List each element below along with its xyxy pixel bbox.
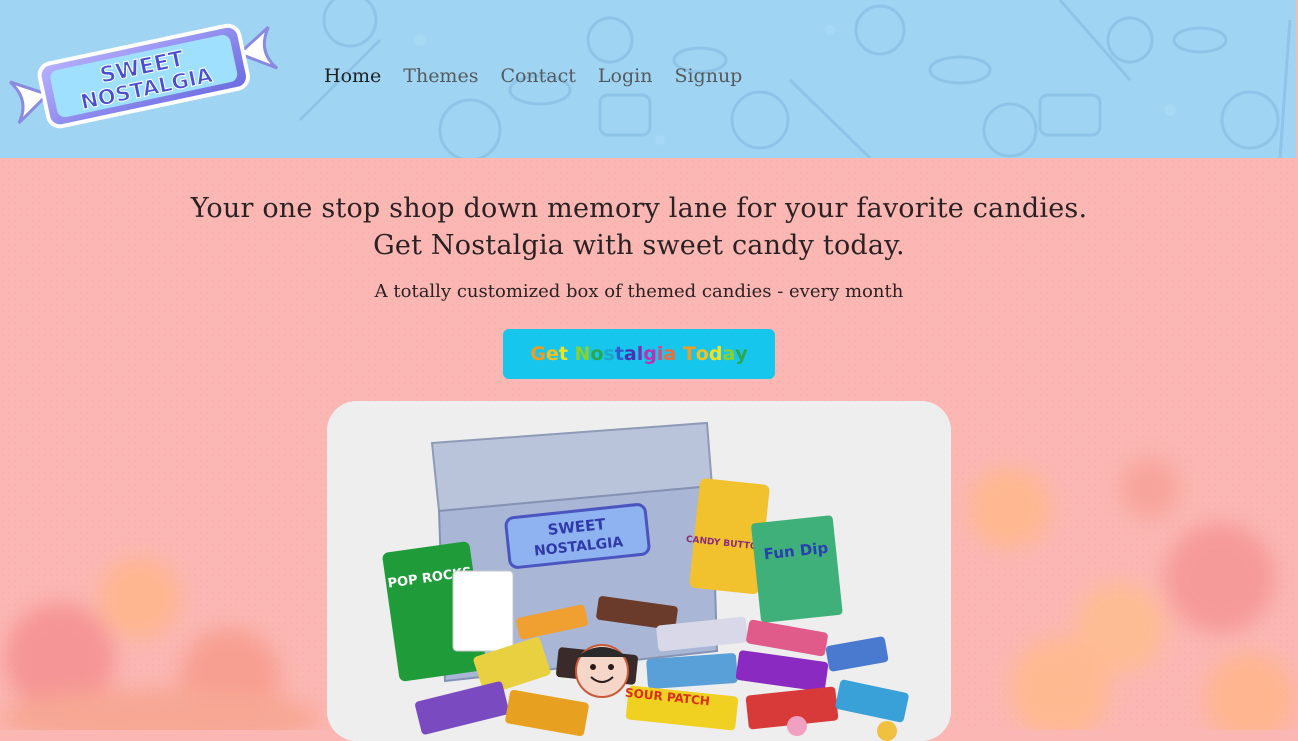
sweet-nostalgia-logo[interactable]: SWEET NOSTALGIA	[2, 14, 286, 140]
hero-title-line2: Get Nostalgia with sweet candy today.	[373, 230, 905, 261]
nav-contact[interactable]: Contact	[500, 62, 575, 90]
hero-title-line1: Your one stop shop down memory lane for …	[190, 193, 1088, 224]
nav-themes[interactable]: Themes	[403, 62, 478, 90]
main-nav: Home Themes Contact Login Signup	[324, 62, 764, 90]
candy-box-photo: SWEET NOSTALGIA POP ROCKS CANDY BUTTONS …	[327, 401, 951, 741]
nav-home[interactable]: Home	[324, 62, 381, 90]
get-nostalgia-button[interactable]: Get Nostalgia Today	[503, 329, 775, 379]
hero-title: Your one stop shop down memory lane for …	[0, 190, 1278, 264]
cta-label: Get Nostalgia Today	[530, 343, 748, 365]
hero-subtitle: A totally customized box of themed candi…	[374, 281, 904, 302]
site-header: SWEET NOSTALGIA Home Themes Contact Logi…	[0, 0, 1296, 158]
nav-signup[interactable]: Signup	[674, 62, 742, 90]
candy-box-illustration: SWEET NOSTALGIA POP ROCKS CANDY BUTTONS …	[327, 401, 951, 741]
nav-login[interactable]: Login	[598, 62, 653, 90]
